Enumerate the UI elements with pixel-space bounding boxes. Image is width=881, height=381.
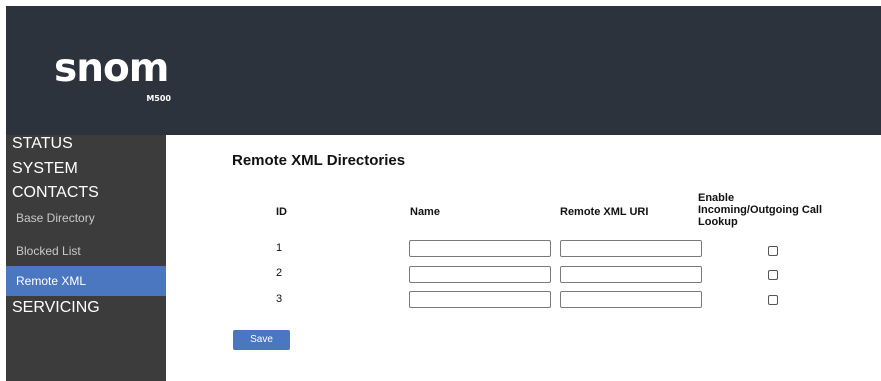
page-title: Remote XML Directories [232, 152, 406, 169]
row-3-id: 3 [276, 293, 283, 305]
sidebar: STATUS SYSTEM CONTACTS Base Directory Bl… [6, 135, 166, 381]
row-3-lookup-checkbox[interactable] [768, 295, 778, 305]
row-1-uri-input[interactable] [560, 240, 702, 257]
row-3-name-input[interactable] [409, 291, 551, 308]
column-header-lookup-line2: Incoming/Outgoing Call [698, 204, 823, 216]
column-header-lookup-line1: Enable [698, 192, 735, 204]
nav-status[interactable]: STATUS [12, 135, 73, 153]
column-header-lookup: Enable Incoming/Outgoing Call Lookup [698, 192, 822, 228]
logo-text: snom [54, 46, 169, 91]
nav-system[interactable]: SYSTEM [12, 160, 78, 178]
nav-blocked-list[interactable]: Blocked List [6, 236, 166, 266]
nav-base-directory[interactable]: Base Directory [6, 203, 166, 233]
nav-servicing[interactable]: SERVICING [12, 299, 100, 317]
save-button[interactable]: Save [233, 330, 290, 350]
row-1-name-input[interactable] [409, 240, 551, 257]
column-header-uri: Remote XML URI [560, 206, 649, 218]
column-header-name: Name [410, 206, 440, 218]
row-3-uri-input[interactable] [560, 291, 702, 308]
row-1-lookup-checkbox[interactable] [768, 246, 778, 256]
header-bar: snom M500 [6, 6, 881, 135]
nav-remote-xml[interactable]: Remote XML [6, 266, 166, 296]
snom-logo: snom M500 [54, 46, 184, 108]
row-2-lookup-checkbox[interactable] [768, 270, 778, 280]
column-header-id: ID [276, 206, 287, 218]
nav-contacts[interactable]: CONTACTS [12, 184, 99, 202]
row-2-uri-input[interactable] [560, 266, 702, 283]
column-header-lookup-line3: Lookup [698, 216, 738, 228]
row-1-id: 1 [276, 242, 283, 254]
model-label: M500 [146, 94, 171, 103]
row-2-id: 2 [276, 267, 283, 279]
row-2-name-input[interactable] [409, 266, 551, 283]
